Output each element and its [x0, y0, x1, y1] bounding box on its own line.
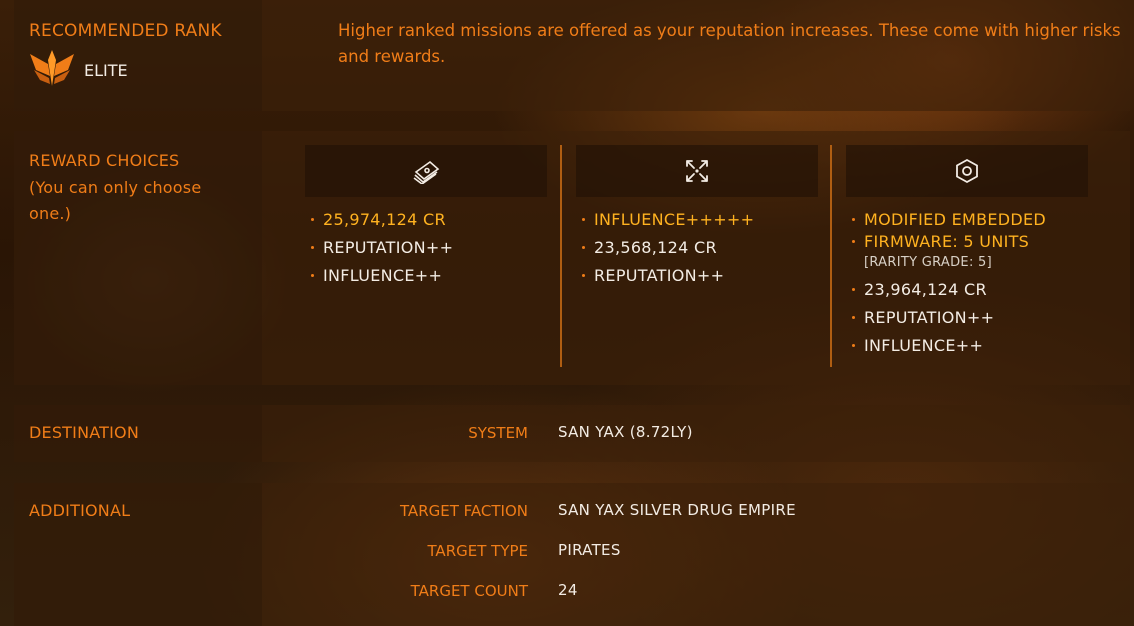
reward-choice-3-header[interactable]: [846, 145, 1088, 197]
reward-choice-2-header[interactable]: [576, 145, 818, 197]
reward-item: INFLUENCE++: [850, 335, 1088, 357]
reward-item: 23,964,124 CR: [850, 279, 1088, 301]
reward-choice-1-header[interactable]: [305, 145, 547, 197]
target-faction-key: TARGET FACTION: [399, 502, 528, 520]
target-faction-value: SAN YAX SILVER DRUG EMPIRE: [558, 501, 796, 519]
reward-choice-3-list: MODIFIED EMBEDDED FIRMWARE: 5 UNITS [RAR…: [850, 209, 1088, 357]
destination-label: DESTINATION: [29, 423, 140, 442]
reward-item: REPUTATION++: [850, 307, 1088, 329]
rank-description: Higher ranked missions are offered as yo…: [338, 21, 1121, 66]
rank-value: ELITE: [84, 61, 128, 80]
reward-primary-line-2-text: FIRMWARE: 5 UNITS: [864, 232, 1030, 251]
material-icon: [956, 158, 978, 184]
target-type-key: TARGET TYPE: [427, 542, 528, 560]
destination-section: DESTINATION SYSTEM SAN YAX (8.72LY): [14, 405, 1130, 462]
reward-choices-section: REWARD CHOICES (You can only choose one.…: [14, 131, 1130, 385]
reward-choice-1[interactable]: 25,974,124 CR REPUTATION++ INFLUENCE++: [305, 145, 547, 293]
reward-primary-line-1: MODIFIED EMBEDDED: [850, 209, 1088, 231]
reward-choices-hint-1: (You can only choose: [29, 178, 202, 197]
reward-item: INFLUENCE+++++: [580, 209, 818, 231]
target-count-value: 24: [558, 581, 578, 599]
choice-divider: [560, 145, 562, 367]
rarity-grade: [RARITY GRADE: 5]: [864, 255, 993, 270]
influence-icon: [686, 160, 708, 182]
system-key: SYSTEM: [468, 424, 528, 442]
target-count-key: TARGET COUNT: [410, 582, 528, 600]
reward-item: REPUTATION++: [580, 265, 818, 287]
reward-item: 25,974,124 CR: [309, 209, 547, 231]
reward-choice-3[interactable]: MODIFIED EMBEDDED FIRMWARE: 5 UNITS [RAR…: [846, 145, 1088, 363]
additional-section: ADDITIONAL TARGET FACTION SAN YAX SILVER…: [14, 483, 1130, 626]
system-value: SAN YAX (8.72LY): [558, 423, 693, 441]
reward-item: 23,568,124 CR: [580, 237, 818, 259]
reward-item: INFLUENCE++: [309, 265, 547, 287]
reward-choices-label: REWARD CHOICES: [29, 151, 180, 170]
reward-primary-line-2: FIRMWARE: 5 UNITS: [850, 231, 1088, 253]
reward-choice-2-list: INFLUENCE+++++ 23,568,124 CR REPUTATION+…: [580, 209, 818, 287]
additional-label: ADDITIONAL: [29, 501, 131, 520]
credits-icon: [413, 160, 440, 184]
reward-item: REPUTATION++: [309, 237, 547, 259]
reward-choices-hint-2: one.): [29, 204, 72, 223]
choice-divider: [830, 145, 832, 367]
reward-choice-1-list: 25,974,124 CR REPUTATION++ INFLUENCE++: [309, 209, 547, 287]
reward-choice-2[interactable]: INFLUENCE+++++ 23,568,124 CR REPUTATION+…: [576, 145, 818, 293]
target-type-value: PIRATES: [558, 541, 621, 559]
recommended-rank-section: RECOMMENDED RANK ELITE Higher ranked mis…: [14, 0, 1130, 111]
elite-rank-icon: [30, 50, 74, 86]
recommended-rank-label: RECOMMENDED RANK: [29, 21, 222, 41]
